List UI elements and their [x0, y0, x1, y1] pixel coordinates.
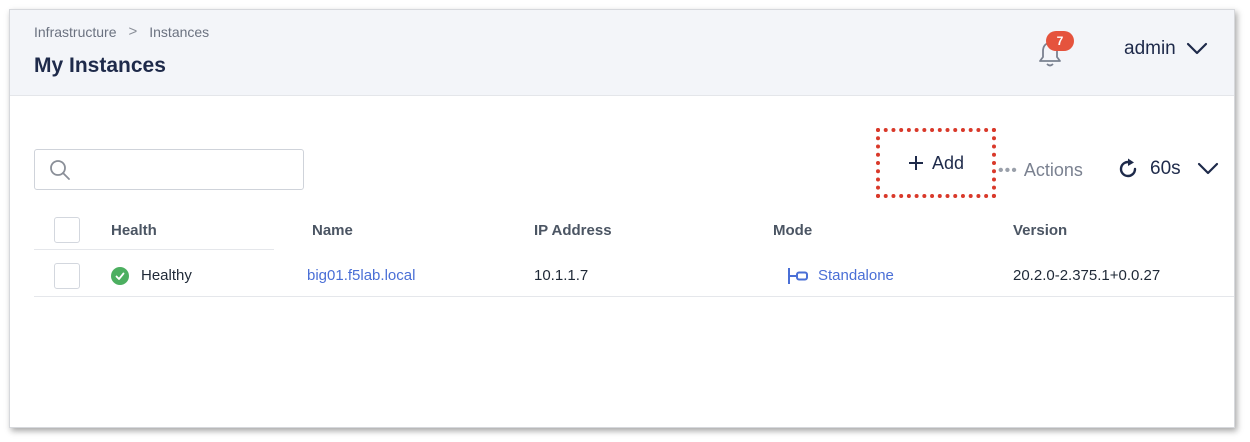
chevron-down-icon — [1197, 162, 1218, 175]
actions-button[interactable]: ••• Actions — [998, 160, 1083, 181]
refresh-interval-control[interactable]: 60s — [1116, 157, 1219, 181]
plus-icon — [908, 156, 923, 170]
add-button[interactable]: Add — [880, 132, 992, 194]
column-header-mode[interactable]: Mode — [773, 212, 812, 248]
refresh-interval-value: 60s — [1150, 158, 1181, 179]
notification-badge: 7 — [1046, 31, 1074, 51]
app-window: Infrastructure > Instances My Instances … — [9, 9, 1235, 428]
health-status: Healthy — [141, 267, 192, 284]
column-header-ip-address[interactable]: IP Address — [534, 212, 612, 248]
mode-link[interactable]: Standalone — [818, 267, 894, 284]
breadcrumb-separator: > — [128, 23, 138, 40]
breadcrumb: Infrastructure > Instances — [34, 23, 209, 40]
actions-label: Actions — [1023, 160, 1083, 180]
column-header-version[interactable]: Version — [1013, 212, 1067, 248]
instance-name-link[interactable]: big01.f5lab.local — [307, 267, 415, 284]
breadcrumb-infrastructure[interactable]: Infrastructure — [34, 24, 116, 40]
row-checkbox[interactable] — [54, 262, 80, 289]
page-header: Infrastructure > Instances My Instances … — [10, 10, 1234, 96]
health-cell: Healthy — [111, 255, 192, 296]
table-row[interactable]: Healthy big01.f5lab.local 10.1.1.7 Stand… — [34, 255, 1234, 297]
header-divider — [34, 249, 274, 250]
user-menu[interactable]: admin — [1124, 38, 1208, 60]
ip-address-cell: 10.1.1.7 — [534, 267, 589, 284]
add-button-label: Add — [931, 152, 965, 173]
select-all-checkbox[interactable] — [54, 217, 80, 243]
chevron-down-icon — [1186, 42, 1207, 55]
search-box — [34, 149, 304, 190]
refresh-icon — [1119, 158, 1137, 178]
column-header-name[interactable]: Name — [312, 212, 353, 248]
check-circle-icon — [111, 266, 129, 285]
search-icon — [50, 160, 70, 180]
breadcrumb-instances: Instances — [149, 23, 210, 40]
column-header-health[interactable]: Health — [111, 212, 157, 248]
mode-cell: Standalone — [786, 255, 894, 296]
version-cell: 20.2.0-2.375.1+0.0.27 — [1013, 267, 1161, 284]
user-name: admin — [1124, 38, 1176, 59]
table-header: Health Name IP Address Mode Version — [34, 212, 1234, 248]
search-input[interactable] — [83, 156, 297, 186]
page-title: My Instances — [34, 54, 166, 77]
standalone-mode-icon — [788, 267, 808, 284]
more-dots-icon: ••• — [998, 161, 1018, 179]
